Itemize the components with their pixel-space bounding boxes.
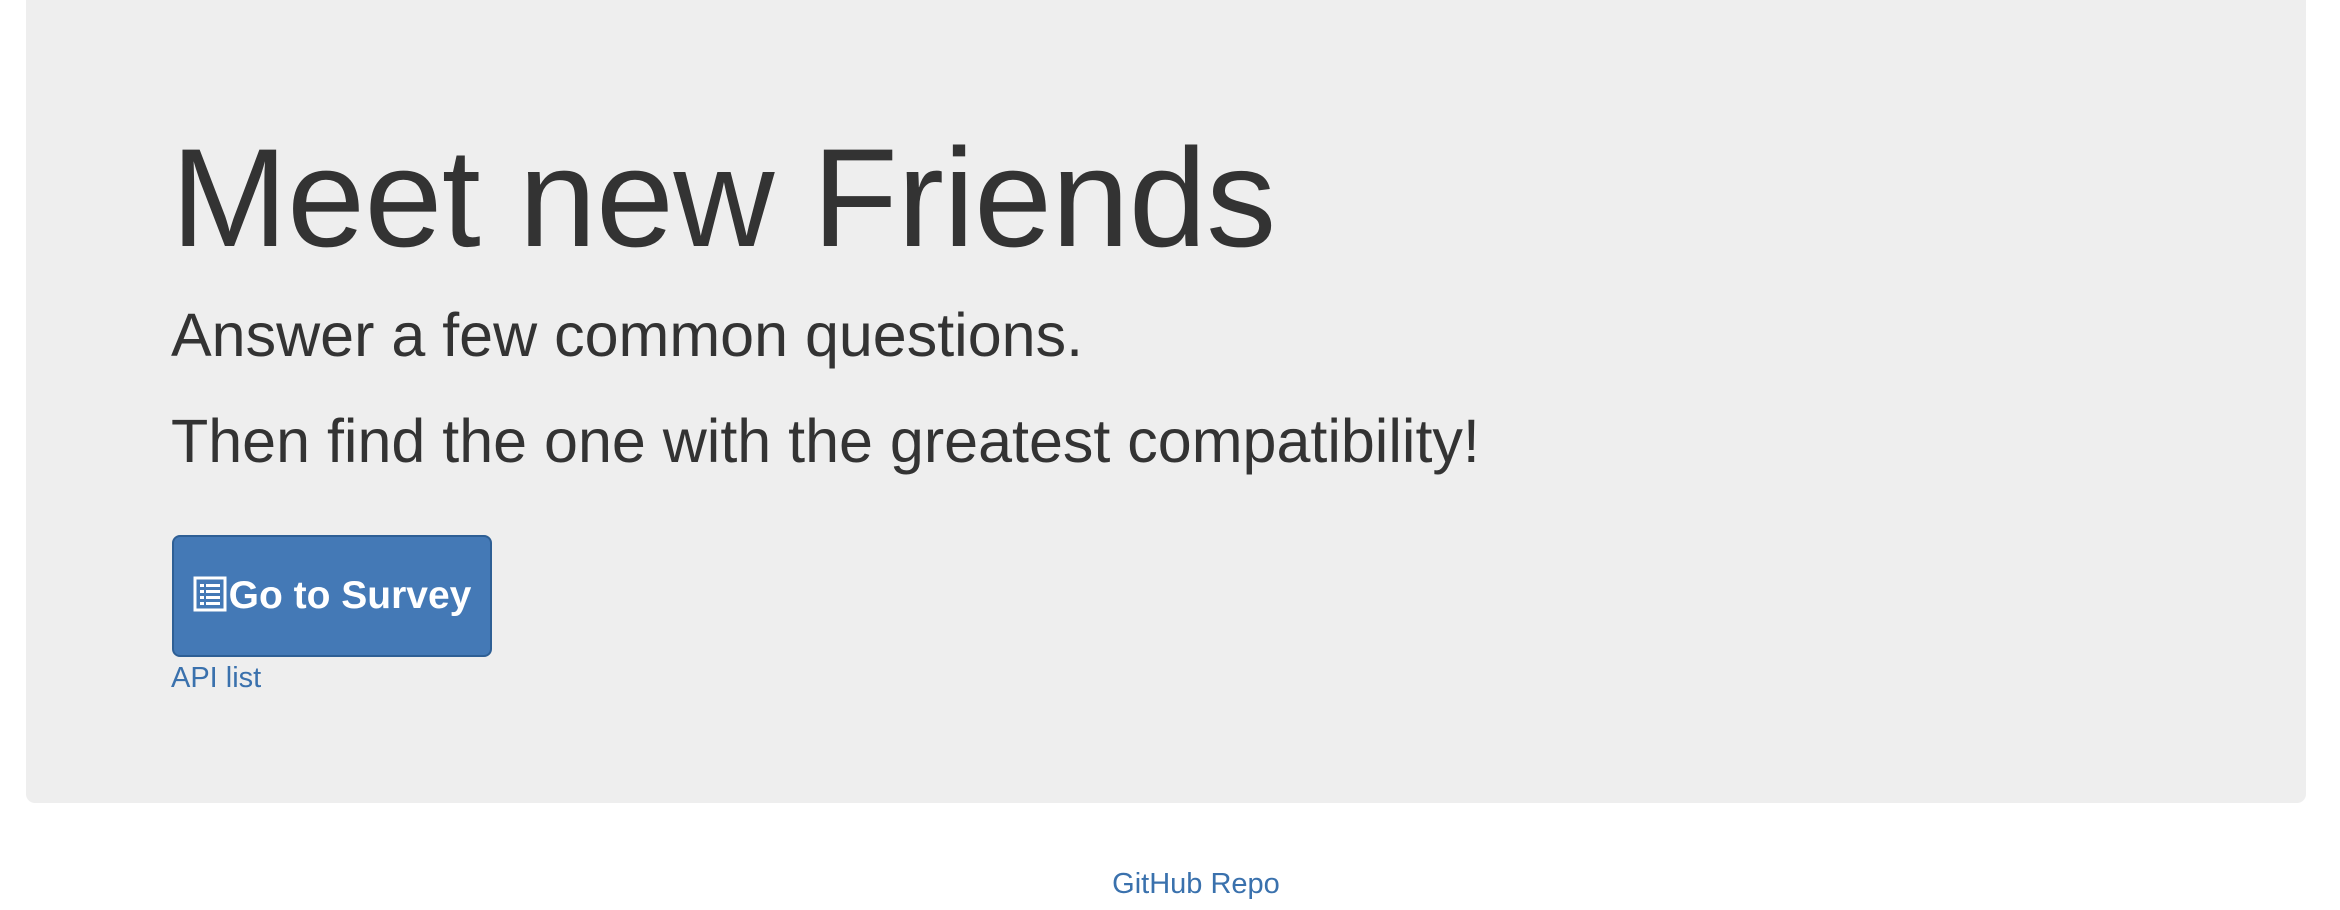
- github-repo-link[interactable]: GitHub Repo: [0, 868, 2340, 901]
- jumbotron: Meet new Friends Answer a few common que…: [26, 0, 2306, 803]
- subtitle-compatibility: Then find the one with the greatest comp…: [171, 407, 1480, 475]
- go-to-survey-label: Go to Survey: [228, 574, 472, 617]
- page-title: Meet new Friends: [171, 119, 1276, 276]
- go-to-survey-button[interactable]: Go to Survey: [172, 535, 492, 657]
- subtitle-questions: Answer a few common questions.: [171, 301, 1084, 369]
- list-alt-icon: [193, 576, 227, 612]
- api-list-link[interactable]: API list: [171, 662, 261, 695]
